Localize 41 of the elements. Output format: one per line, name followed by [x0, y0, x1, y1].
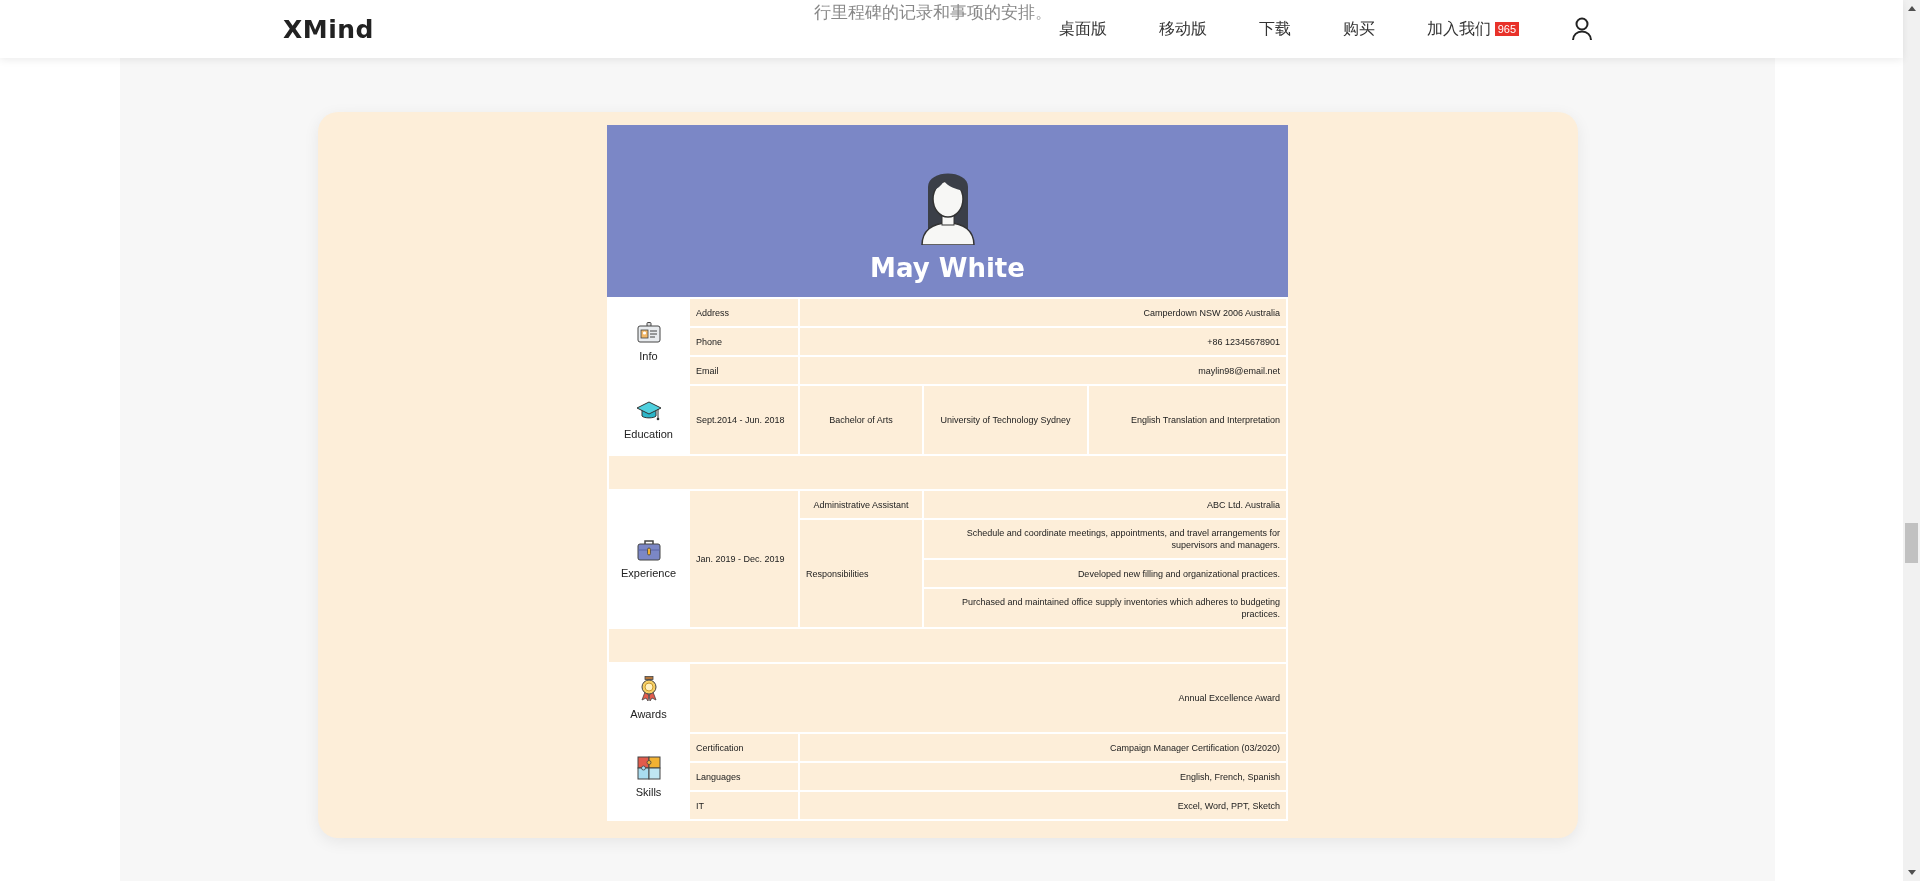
table-cell: IT [690, 792, 798, 819]
briefcase-icon [636, 539, 661, 561]
table-cell: maylin98@email.net [800, 357, 1286, 384]
table-cell: Email [690, 357, 798, 384]
table-cell: +86 12345678901 [800, 328, 1286, 355]
nav-link[interactable]: 加入我们 965 [1426, 18, 1519, 40]
table-cell: Annual Excellence Award [690, 664, 1286, 732]
nav-link[interactable]: 移动版 [1158, 18, 1207, 40]
scroll-up-icon[interactable] [1907, 6, 1916, 11]
table-cell: English Translation and Interpretation [1089, 386, 1286, 454]
table-cell: Campaign Manager Certification (03/2020) [800, 734, 1286, 761]
scrollbar-thumb[interactable] [1905, 523, 1918, 563]
nav-link[interactable]: 下载 [1258, 18, 1291, 40]
table-cell: Jan. 2019 - Dec. 2019 [690, 491, 798, 627]
table-cell: English, French, Spanish [800, 763, 1286, 790]
table-cell: Camperdown NSW 2006 Australia [800, 299, 1286, 326]
table-cell: Administrative Assistant [800, 491, 922, 518]
table-cell: Languages [690, 763, 798, 790]
logo[interactable]: XMind [283, 14, 374, 44]
id-card-icon [636, 321, 661, 344]
table-cell: Sept.2014 - Jun. 2018 [690, 386, 798, 454]
resume-name: May White [870, 253, 1025, 283]
nav-link[interactable]: 购买 [1342, 18, 1375, 40]
page-text: 行里程碑的记录和事项的安排。 [814, 2, 1052, 24]
graduation-cap-icon [635, 400, 662, 422]
table-cell: University of Technology Sydney [924, 386, 1087, 454]
user-icon[interactable] [1571, 17, 1593, 41]
table-cell: Certification [690, 734, 798, 761]
table-cell: ABC Ltd. Australia [924, 491, 1286, 518]
table-cell: Purchased and maintained office supply inventories which adheres to budgeting practices. [924, 589, 1286, 627]
puzzle-icon [636, 755, 661, 780]
table-cell: Phone [690, 328, 798, 355]
table-cell: Responsibilities [800, 520, 922, 627]
table-cell: Developed new filling and organizational practices. [924, 560, 1286, 587]
count-badge: 965 [1494, 22, 1519, 36]
table-cell: Schedule and coordinate meetings, appointments, and travel arrangements for supervisors and managers. [924, 520, 1286, 558]
table-cell: Bachelor of Arts [800, 386, 922, 454]
table-cell: Excel, Word, PPT, Sketch [800, 792, 1286, 819]
table-cell: Address [690, 299, 798, 326]
nav-link[interactable]: 桌面版 [1058, 18, 1107, 40]
scroll-down-icon[interactable] [1907, 870, 1916, 875]
